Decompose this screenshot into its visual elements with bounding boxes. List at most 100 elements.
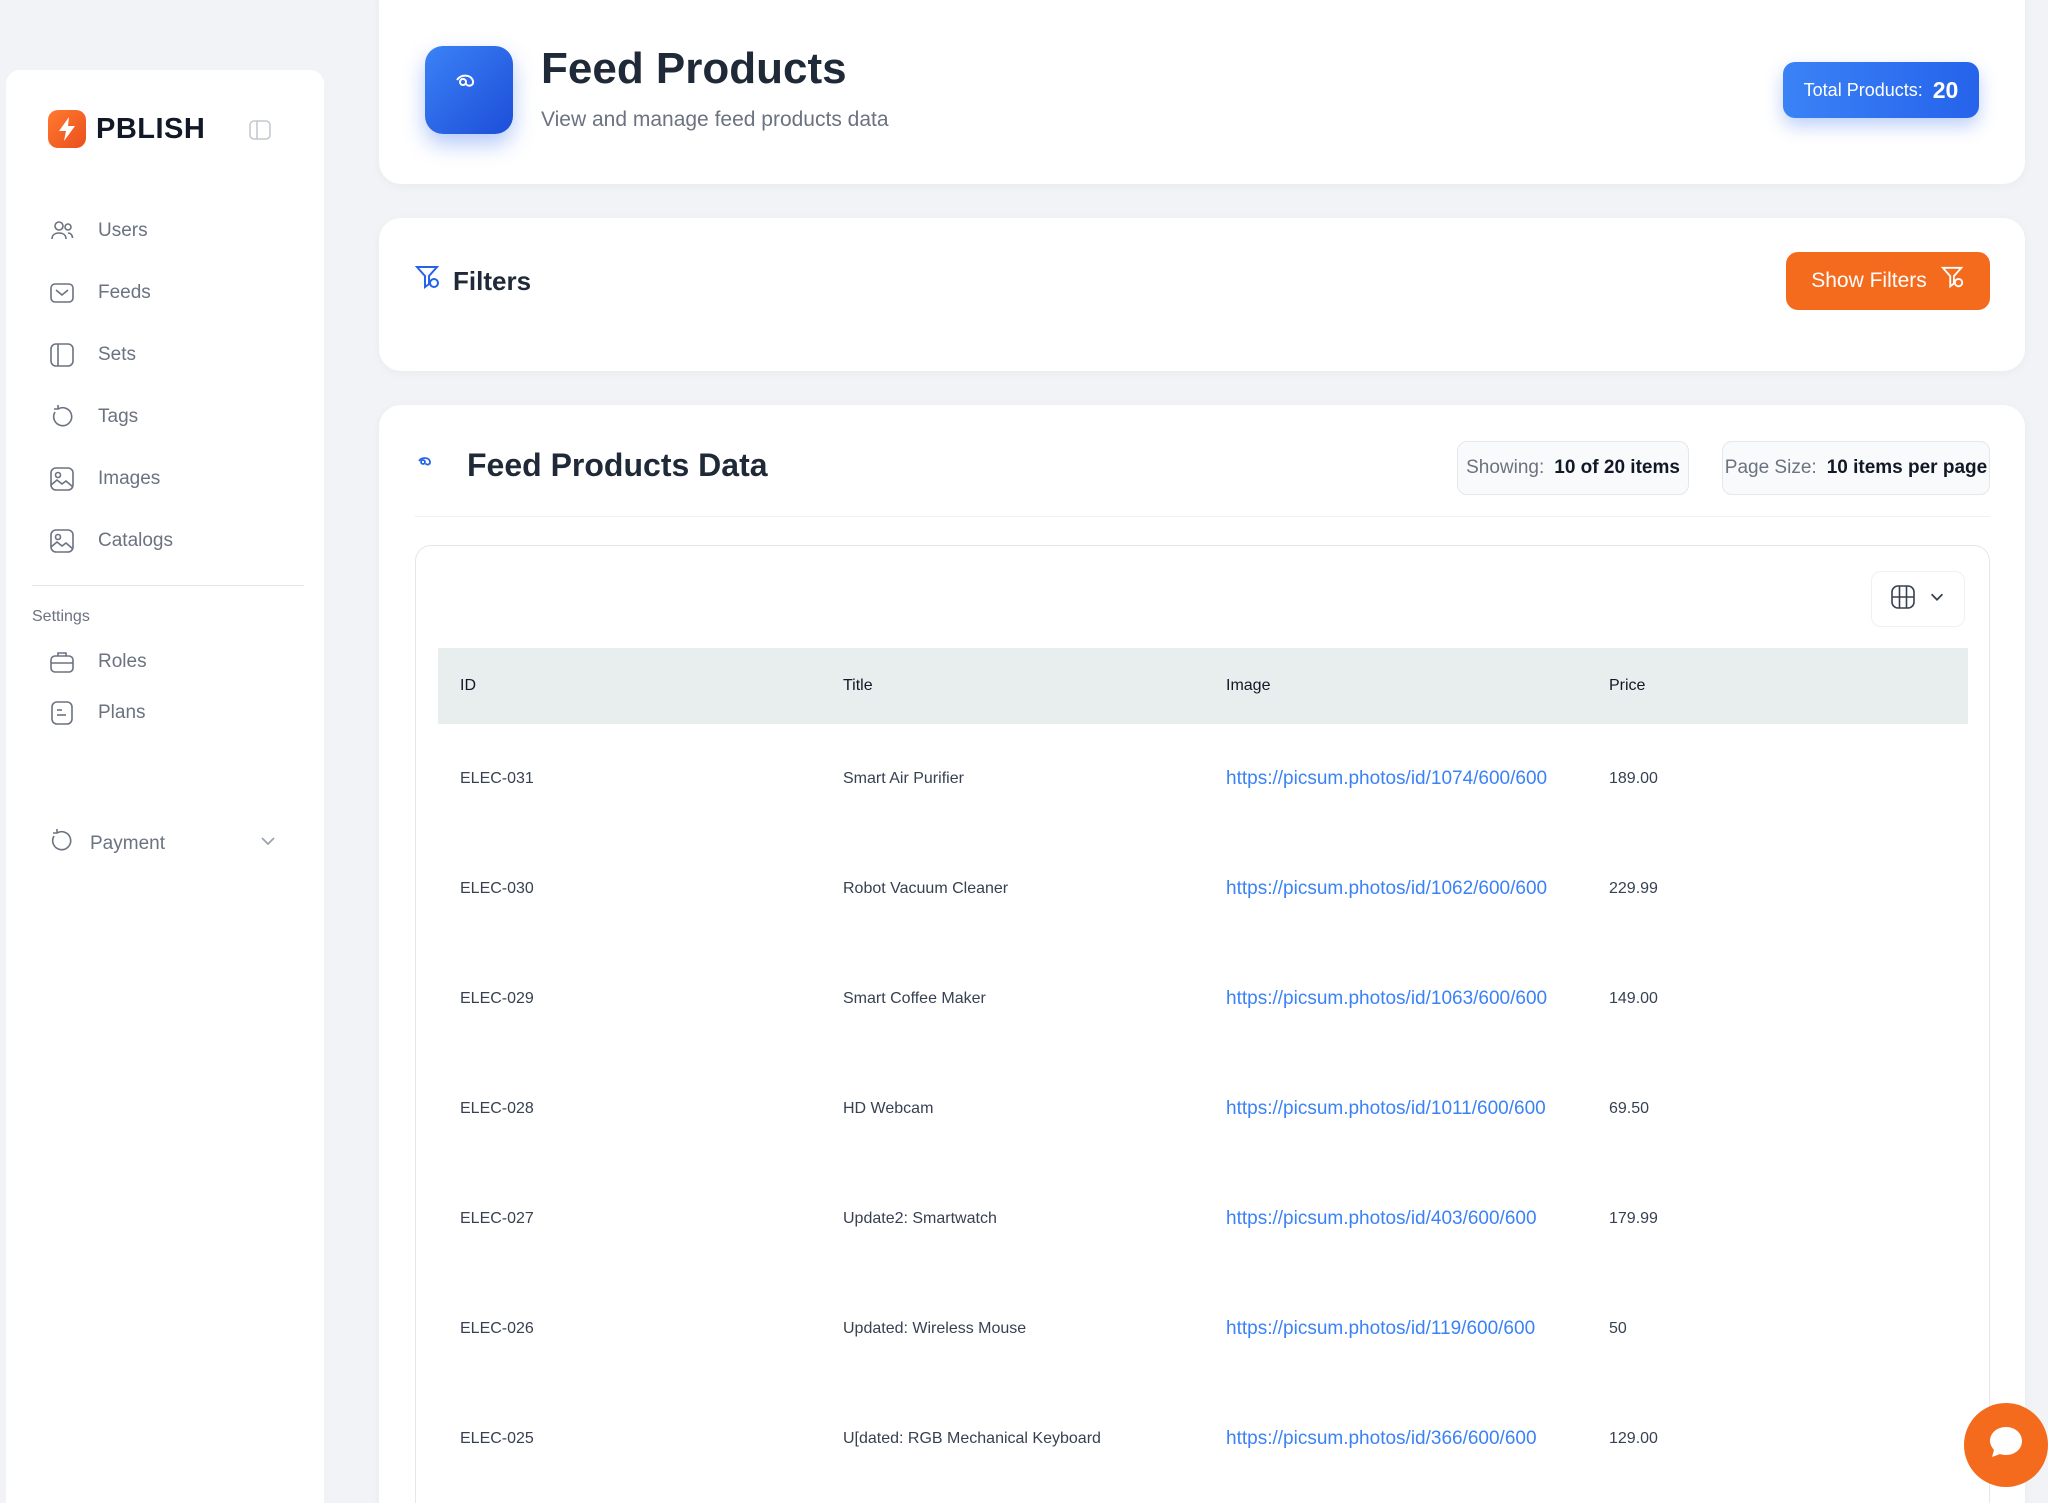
sidebar-item-sets[interactable]: Sets — [48, 324, 298, 386]
cell-price: 50 — [1609, 1320, 1627, 1337]
table-row[interactable]: ELEC-029 Smart Coffee Maker https://pics… — [438, 944, 1968, 1054]
divider — [415, 516, 1990, 517]
cell-image-link[interactable]: https://picsum.photos/id/1063/600/600 — [1204, 944, 1587, 1054]
refresh-icon — [48, 828, 74, 860]
sidebar-item-label: Users — [98, 220, 148, 241]
sidebar-item-catalogs[interactable]: Catalogs — [48, 510, 298, 572]
grid-icon — [1890, 584, 1916, 615]
sidebar-item-label: Plans — [98, 701, 146, 723]
nav-divider — [32, 585, 304, 586]
table-row[interactable]: ELEC-027 Update2: Smartwatch https://pic… — [438, 1164, 1968, 1274]
sidebar-item-label: Payment — [90, 833, 165, 854]
briefcase-icon — [48, 648, 76, 676]
sidebar-item-feeds[interactable]: Feeds — [48, 262, 298, 324]
cell-title: HD Webcam — [843, 1100, 934, 1117]
chat-button[interactable] — [1964, 1403, 2048, 1487]
image-icon — [48, 527, 76, 555]
cell-price: 179.99 — [1609, 1210, 1658, 1227]
cell-id: ELEC-025 — [460, 1430, 534, 1447]
column-header-price[interactable]: Price — [1587, 648, 1968, 724]
filter-icon — [414, 264, 441, 299]
product-icon — [415, 447, 437, 484]
users-icon — [48, 217, 76, 245]
cell-price: 229.99 — [1609, 880, 1658, 897]
total-products-badge: Total Products: 20 — [1783, 62, 1979, 118]
page-header: Feed Products View and manage feed produ… — [379, 0, 2025, 184]
sidebar-item-payment[interactable]: Payment — [48, 824, 278, 864]
chat-bubble-icon — [1984, 1421, 2028, 1470]
sidebar-item-images[interactable]: Images — [48, 448, 298, 510]
settings-section-label: Settings — [32, 608, 90, 625]
showing-value: 10 of 20 items — [1554, 457, 1680, 478]
cell-price: 149.00 — [1609, 990, 1658, 1007]
panel-icon — [48, 341, 76, 369]
sidebar-item-roles[interactable]: Roles — [48, 636, 298, 687]
cell-title: Smart Coffee Maker — [843, 990, 986, 1007]
cell-image-link[interactable]: https://picsum.photos/id/403/600/600 — [1204, 1164, 1587, 1274]
table-row[interactable]: ELEC-026 Updated: Wireless Mouse https:/… — [438, 1274, 1968, 1384]
product-icon — [425, 46, 513, 134]
table-row[interactable]: ELEC-031 Smart Air Purifier https://pics… — [438, 724, 1968, 834]
products-data-panel: Feed Products Data Showing: 10 of 20 ite… — [379, 405, 2025, 1503]
showing-label: Showing: — [1466, 457, 1545, 478]
cell-image-link[interactable]: https://picsum.photos/id/119/600/600 — [1204, 1274, 1587, 1384]
cell-image-link[interactable]: https://picsum.photos/id/1011/600/600 — [1204, 1054, 1587, 1164]
main-nav: Users Feeds Sets Tags Images Catalogs — [48, 200, 298, 572]
cell-price: 189.00 — [1609, 770, 1658, 787]
column-header-id[interactable]: ID — [438, 648, 821, 724]
cell-title: Update2: Smartwatch — [843, 1210, 997, 1227]
page-subtitle: View and manage feed products data — [541, 108, 889, 131]
page-title: Feed Products — [541, 44, 847, 93]
page-size-label: Page Size: — [1724, 457, 1817, 478]
image-icon — [48, 465, 76, 493]
sidebar: PBLISH Users Feeds Sets Tags Images Cata… — [6, 70, 324, 1503]
filters-heading: Filters — [414, 264, 532, 299]
column-header-title[interactable]: Title — [821, 648, 1204, 724]
filters-title: Filters — [453, 266, 532, 296]
sidebar-item-label: Roles — [98, 650, 147, 672]
brand-name: PBLISH — [96, 112, 206, 145]
filter-icon — [1940, 265, 1965, 297]
cell-id: ELEC-026 — [460, 1320, 534, 1337]
cell-id: ELEC-029 — [460, 990, 534, 1007]
products-table: ID Title Image Price ELEC-031 Smart Air … — [438, 648, 1968, 1494]
total-products-value: 20 — [1932, 76, 1959, 103]
sidebar-item-plans[interactable]: Plans — [48, 687, 298, 738]
sidebar-item-label: Tags — [98, 406, 139, 427]
sidebar-item-label: Sets — [98, 344, 137, 365]
table-row[interactable]: ELEC-028 HD Webcam https://picsum.photos… — [438, 1054, 1968, 1164]
brand[interactable]: PBLISH — [48, 110, 205, 148]
table-row[interactable]: ELEC-025 U[dated: RGB Mechanical Keyboar… — [438, 1384, 1968, 1494]
cell-id: ELEC-031 — [460, 770, 534, 787]
sidebar-item-tags[interactable]: Tags — [48, 386, 298, 448]
cell-id: ELEC-027 — [460, 1210, 534, 1227]
cell-title: Updated: Wireless Mouse — [843, 1320, 1027, 1337]
cell-image-link[interactable]: https://picsum.photos/id/1074/600/600 — [1204, 724, 1587, 834]
table-header-row: ID Title Image Price — [438, 648, 1968, 724]
cell-id: ELEC-028 — [460, 1100, 534, 1117]
chevron-down-icon — [1928, 588, 1946, 611]
cell-image-link[interactable]: https://picsum.photos/id/1062/600/600 — [1204, 834, 1587, 944]
sidebar-item-label: Feeds — [98, 282, 151, 303]
cell-image-link[interactable]: https://picsum.photos/id/366/600/600 — [1204, 1384, 1587, 1494]
show-filters-label: Show Filters — [1811, 269, 1927, 292]
page-size-pill[interactable]: Page Size: 10 items per page — [1722, 441, 1990, 495]
chevron-down-icon[interactable] — [258, 831, 278, 857]
sidebar-item-users[interactable]: Users — [48, 200, 298, 262]
table-row[interactable]: ELEC-030 Robot Vacuum Cleaner https://pi… — [438, 834, 1968, 944]
column-header-image[interactable]: Image — [1204, 648, 1587, 724]
column-visibility-button[interactable] — [1871, 571, 1965, 627]
show-filters-button[interactable]: Show Filters — [1786, 252, 1990, 310]
filters-panel: Filters Show Filters — [379, 218, 2025, 371]
products-table-container: ID Title Image Price ELEC-031 Smart Air … — [415, 545, 1990, 1503]
total-products-label: Total Products: — [1803, 79, 1923, 100]
cell-title: Smart Air Purifier — [843, 770, 964, 787]
cell-price: 69.50 — [1609, 1100, 1650, 1117]
bolt-logo-icon — [48, 110, 86, 148]
data-heading: Feed Products Data — [415, 447, 768, 484]
cell-price: 129.00 — [1609, 1430, 1658, 1447]
inbox-icon — [48, 279, 76, 307]
cell-title: Robot Vacuum Cleaner — [843, 880, 1009, 897]
sidebar-toggle-icon[interactable] — [248, 118, 272, 142]
cell-id: ELEC-030 — [460, 880, 534, 897]
